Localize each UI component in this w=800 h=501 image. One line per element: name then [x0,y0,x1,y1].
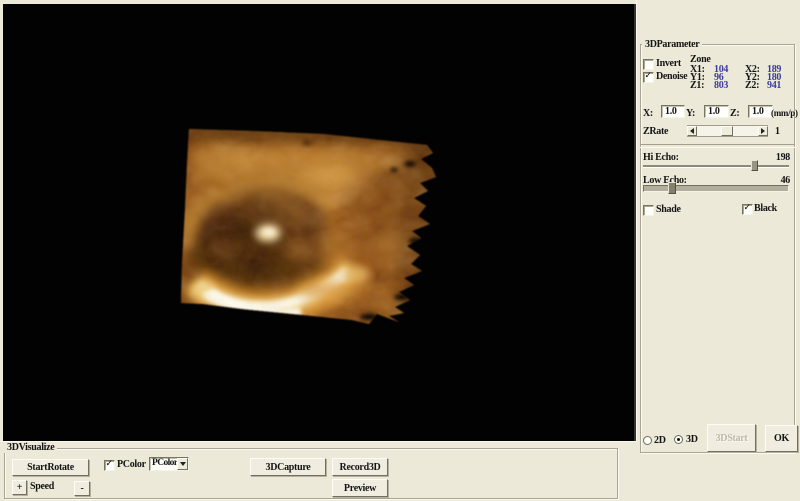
parameter-group-title: 3DParameter [642,40,703,50]
shade-label: Shade [656,204,681,215]
3dstart-button[interactable]: 3DStart [707,424,756,452]
pcolor-combobox-button[interactable] [177,458,188,470]
parameter-panel: 3DParameter ✓ Invert ✓ Denoise Zone X1: … [636,0,800,500]
visualize-group-title: 3DVisualize [4,443,58,453]
low-echo-slider-thumb[interactable] [668,182,676,194]
pcolor-combobox[interactable]: PColor [149,457,189,471]
scale-z-label: Z: [730,108,740,119]
mode-2d-label: 2D [654,435,666,446]
preview-button[interactable]: Preview [332,479,388,497]
black-label: Black [754,203,777,214]
zone-z1-label: Z1: [690,80,705,91]
scale-x-input[interactable]: 1.0 [661,105,685,118]
zrate-value: 1 [775,126,780,137]
speed-label: Speed [30,481,55,492]
hi-echo-slider-thumb[interactable] [751,160,758,171]
divider [640,144,795,148]
radio-dot-icon [677,438,680,441]
mode-3d-radio[interactable] [674,435,683,444]
denoise-checkbox[interactable]: ✓ [643,71,654,83]
mode-3d-label: 3D [686,434,698,445]
render-canvas[interactable] [3,4,636,441]
low-echo-slider-track [643,185,789,192]
arrow-right-icon [761,128,768,134]
zrate-scrollbar-thumb[interactable] [721,126,733,136]
check-icon: ✓ [105,459,114,469]
hi-echo-slider-track [643,165,789,168]
speed-minus-button[interactable]: - [74,481,90,496]
zrate-scroll-right-button[interactable] [758,126,768,136]
invert-checkbox[interactable]: ✓ [643,59,654,70]
hi-echo-slider[interactable] [643,160,789,172]
denoise-label: Denoise [656,71,688,82]
ok-button[interactable]: OK [765,425,798,452]
visualize-panel: 3DVisualize StartRotate + Speed - ✓ PCol… [0,441,637,501]
zone-z2-value: 941 [767,80,782,91]
scale-unit-label: (mm/p) [771,108,798,118]
zrate-scroll-left-button[interactable] [687,126,697,136]
shade-checkbox[interactable]: ✓ [643,205,654,216]
application-window: 3DParameter ✓ Invert ✓ Denoise Zone X1: … [0,0,800,501]
scale-y-input[interactable]: 1.0 [704,105,729,118]
pcolor-checkbox[interactable]: ✓ [104,459,115,471]
zrate-scrollbar[interactable] [687,125,768,137]
scale-z-input[interactable]: 1.0 [748,105,773,118]
chevron-down-icon [179,462,186,469]
ultrasound-3d-render [181,129,436,324]
speed-plus-button[interactable]: + [12,480,27,495]
pcolor-label: PColor [117,459,146,470]
pcolor-combobox-value: PColor [152,458,178,468]
arrow-left-icon [687,128,694,134]
black-checkbox[interactable]: ✓ [742,203,753,215]
3dcapture-button[interactable]: 3DCapture [250,458,326,476]
scale-y-label: Y: [686,108,696,119]
check-icon: ✓ [644,71,653,81]
start-rotate-button[interactable]: StartRotate [12,459,89,476]
zone-z1-value: 803 [714,80,729,91]
scale-x-label: X: [643,108,653,119]
record3d-button[interactable]: Record3D [332,458,388,476]
invert-label: Invert [656,58,681,69]
zrate-label: ZRate [643,126,669,137]
zone-z2-label: Z2: [745,80,760,91]
low-echo-slider[interactable] [643,182,789,194]
mode-2d-radio[interactable] [643,436,652,445]
check-icon: ✓ [743,203,752,213]
